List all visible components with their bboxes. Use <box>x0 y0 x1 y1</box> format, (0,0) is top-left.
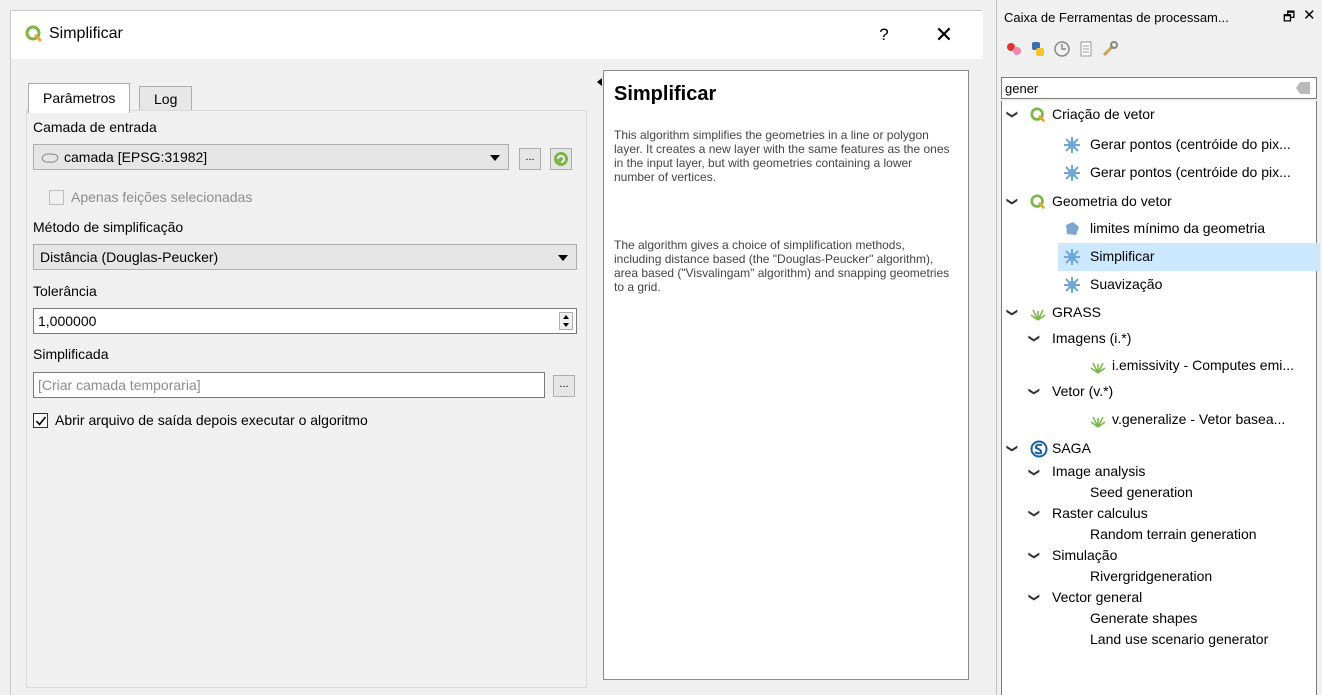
dialog-titlebar: Simplificar ? ✕ <box>11 11 983 59</box>
qgis-logo-icon <box>25 25 43 43</box>
restore-icon[interactable]: 🗗 <box>1283 8 1295 30</box>
grass-icon <box>1090 416 1106 428</box>
tree-item-min-bounds[interactable]: limites mínimo da geometria <box>1090 220 1265 236</box>
help-title: Simplificar <box>614 83 717 105</box>
tolerance-label: Tolerância <box>33 283 97 299</box>
tab-log[interactable]: Log <box>139 86 193 111</box>
check-icon <box>35 416 47 426</box>
tree-item-smooth[interactable]: Suavização <box>1090 276 1162 292</box>
chevron-down-icon[interactable]: ❯ <box>1006 444 1019 453</box>
method-value: Distância (Douglas-Peucker) <box>40 249 219 265</box>
chevron-down-icon[interactable]: ❯ <box>1028 334 1041 343</box>
tree-item-gen-points-2[interactable]: Gerar pontos (centróide do pix... <box>1090 164 1291 180</box>
tab-parameters[interactable]: Parâmetros <box>28 83 131 113</box>
gear-icon <box>1064 137 1080 153</box>
grass-icon <box>1030 309 1046 321</box>
method-combo[interactable]: Distância (Douglas-Peucker) <box>33 244 577 270</box>
polygon-layer-icon <box>41 153 59 163</box>
output-browse-button[interactable]: ... <box>553 375 575 397</box>
tree-group-simulation[interactable]: Simulação <box>1052 547 1117 563</box>
results-icon[interactable] <box>1077 40 1095 58</box>
output-field[interactable]: [Criar camada temporaria] <box>33 372 545 398</box>
chevron-down-icon[interactable]: ❯ <box>1028 593 1041 602</box>
qgis-logo-icon <box>1030 194 1046 210</box>
history-icon[interactable] <box>1053 40 1071 58</box>
open-output-checkbox[interactable] <box>33 413 48 428</box>
chevron-down-icon[interactable]: ❯ <box>1006 308 1019 317</box>
tolerance-spinbox[interactable]: 1,000000 <box>33 308 577 334</box>
polygon-icon <box>1066 222 1079 235</box>
chevron-down-icon[interactable]: ❯ <box>1028 468 1041 477</box>
selected-only-checkbox[interactable] <box>49 190 64 205</box>
chevron-down-icon[interactable]: ❯ <box>1028 551 1041 560</box>
models-icon[interactable] <box>1005 40 1023 58</box>
tree-group-vector-geometry[interactable]: Geometria do vetor <box>1052 193 1172 209</box>
tree-item-generate-shapes[interactable]: Generate shapes <box>1090 610 1197 626</box>
toolbox-close-button[interactable]: ✕ <box>1303 6 1316 24</box>
tree-item-emissivity[interactable]: i.emissivity - Computes emi... <box>1112 357 1294 373</box>
chevron-down-icon <box>558 255 568 261</box>
gear-icon <box>1064 249 1080 265</box>
python-icon[interactable] <box>1029 40 1047 58</box>
tree-group-saga[interactable]: SAGA <box>1052 440 1091 456</box>
spin-down-icon[interactable] <box>563 323 569 327</box>
selected-only-label: Apenas feições selecionadas <box>71 189 253 205</box>
tree-item-seed-generation[interactable]: Seed generation <box>1090 484 1193 500</box>
tree-group-vector-creation[interactable]: Criação de vetor <box>1052 106 1155 122</box>
gear-icon <box>1064 165 1080 181</box>
input-layer-browse-button[interactable]: ... <box>519 148 541 170</box>
parameters-panel: Camada de entrada camada [EPSG:31982] ..… <box>26 110 587 688</box>
chevron-down-icon[interactable]: ❯ <box>1028 509 1041 518</box>
tree-group-image-analysis[interactable]: Image analysis <box>1052 463 1145 479</box>
open-output-label: Abrir arquivo de saída depois executar o… <box>55 412 368 428</box>
toolbox-title: Caixa de Ferramentas de processam... <box>1004 10 1229 25</box>
input-layer-combo[interactable]: camada [EPSG:31982] <box>33 144 509 170</box>
method-label: Método de simplificação <box>33 219 184 235</box>
input-layer-label: Camada de entrada <box>33 119 157 135</box>
help-panel: Simplificar This algorithm simplifies th… <box>603 70 969 680</box>
tree-item-rivergrid[interactable]: Rivergridgeneration <box>1090 568 1212 584</box>
dialog-title: Simplificar <box>49 25 123 42</box>
chevron-down-icon[interactable]: ❯ <box>1006 197 1019 206</box>
toolbox-search-input[interactable]: gener <box>1001 77 1317 99</box>
spin-up-icon[interactable] <box>563 315 569 319</box>
tree-group-vector[interactable]: Vetor (v.*) <box>1052 383 1113 399</box>
tree-group-images[interactable]: Imagens (i.*) <box>1052 330 1131 346</box>
options-icon[interactable] <box>1101 40 1119 58</box>
help-paragraph-1: This algorithm simplifies the geometries… <box>614 128 950 184</box>
iterate-icon <box>554 152 568 166</box>
gear-icon <box>1064 277 1080 293</box>
saga-icon <box>1030 440 1048 458</box>
collapse-arrow-icon[interactable] <box>597 78 602 86</box>
chevron-down-icon <box>490 155 500 161</box>
output-label: Simplificada <box>33 346 109 362</box>
grass-icon <box>1090 362 1106 374</box>
chevron-down-icon[interactable]: ❯ <box>1028 387 1041 396</box>
qgis-logo-icon <box>1030 107 1046 123</box>
input-layer-value: camada [EPSG:31982] <box>64 149 208 165</box>
tree-item-land-use[interactable]: Land use scenario generator <box>1090 631 1268 647</box>
tree-item-simplify[interactable]: Simplificar <box>1090 248 1155 264</box>
tree-item-gen-points-1[interactable]: Gerar pontos (centróide do pix... <box>1090 136 1291 152</box>
tree-group-raster-calculus[interactable]: Raster calculus <box>1052 505 1148 521</box>
help-paragraph-2: The algorithm gives a choice of simplifi… <box>614 238 950 294</box>
tree-group-vector-general[interactable]: Vector general <box>1052 589 1142 605</box>
clear-search-icon[interactable] <box>1296 82 1310 94</box>
chevron-down-icon[interactable]: ❯ <box>1006 110 1019 119</box>
tolerance-value: 1,000000 <box>38 313 97 329</box>
spin-buttons[interactable] <box>559 312 573 330</box>
help-button[interactable]: ? <box>869 21 899 49</box>
tree-item-generalize[interactable]: v.generalize - Vetor basea... <box>1112 411 1285 427</box>
iterate-button[interactable] <box>550 148 572 170</box>
algorithm-tree: ❯ Criação de vetor Gerar pontos (centrói… <box>1001 101 1320 695</box>
simplify-dialog: Simplificar ? ✕ Parâmetros Log Camada de… <box>10 10 983 695</box>
tree-group-grass[interactable]: GRASS <box>1052 304 1101 320</box>
output-placeholder: [Criar camada temporaria] <box>38 377 201 393</box>
tree-item-random-terrain[interactable]: Random terrain generation <box>1090 526 1257 542</box>
close-button[interactable]: ✕ <box>929 21 959 49</box>
search-value: gener <box>1005 81 1039 96</box>
processing-toolbox: Caixa de Ferramentas de processam... 🗗 ✕… <box>996 0 1322 695</box>
